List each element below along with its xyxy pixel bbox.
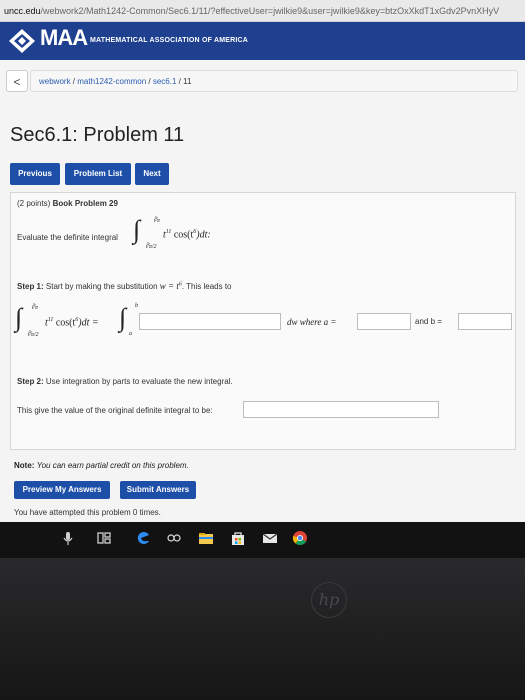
new-upper-limit: b xyxy=(135,303,138,309)
back-button[interactable]: < xyxy=(6,70,28,92)
upper-limit: ∛π xyxy=(153,218,160,224)
address-bar[interactable]: uncc.edu/webwork2/Math1242-Common/Sec6.1… xyxy=(0,0,525,22)
breadcrumb-bar: < webwork / math1242-common / sec6.1 / 1… xyxy=(0,66,525,96)
hp-logo: hp xyxy=(311,582,347,618)
file-explorer-icon[interactable] xyxy=(198,530,214,546)
final-answer-label: This give the value of the original defi… xyxy=(17,406,213,415)
problem-points: (2 points) xyxy=(17,199,51,208)
lower-limit: ∛π/2 xyxy=(145,244,157,250)
edge-browser-icon[interactable] xyxy=(136,530,152,546)
url-host: uncc.edu xyxy=(4,6,41,16)
url-path: /webwork2/Math1242-Common/Sec6.1/11/?eff… xyxy=(40,6,500,16)
problem-box: (2 points) Book Problem 29 Evaluate the … xyxy=(10,192,516,450)
problem-list-button[interactable]: Problem List xyxy=(65,163,131,185)
integrand: t11 cos(t6)dt: xyxy=(163,229,211,241)
integral-sign: ∫ xyxy=(133,215,141,244)
a-answer-input[interactable] xyxy=(357,313,411,330)
maa-org-name: MATHEMATICAL ASSOCIATION OF AMERICA xyxy=(90,37,249,44)
step2-text: Step 2: Use integration by parts to eval… xyxy=(17,377,233,386)
store-icon[interactable] xyxy=(230,530,246,546)
people-icon[interactable] xyxy=(166,530,182,546)
problem-prompt: Evaluate the definite integral xyxy=(17,233,118,242)
attempts-text: You have attempted this problem 0 times. xyxy=(14,508,161,517)
breadcrumb-separator: / xyxy=(146,77,153,86)
laptop-bezel xyxy=(0,558,525,700)
page-title: Sec6.1: Problem 11 xyxy=(10,124,185,146)
maa-logo-icon xyxy=(9,29,35,53)
mail-icon[interactable] xyxy=(262,530,278,546)
new-lower-limit: a xyxy=(129,331,132,337)
screen: uncc.edu/webwork2/Math1242-Common/Sec6.1… xyxy=(0,0,525,558)
step1-text: Step 1: Start by making the substitution… xyxy=(17,281,232,291)
sub-upper-limit: ∛π xyxy=(31,305,38,311)
task-view-icon[interactable] xyxy=(96,530,112,546)
taskbar xyxy=(0,522,525,558)
chrome-icon[interactable] xyxy=(292,530,308,546)
breadcrumb-item-course[interactable]: math1242-common xyxy=(77,77,146,86)
breadcrumb-item-webwork[interactable]: webwork xyxy=(39,77,71,86)
sub-integrand: t11 cos(t6)dt = xyxy=(45,317,99,329)
partial-credit-note: Note: You can earn partial credit on thi… xyxy=(14,461,189,470)
preview-answers-button[interactable]: Preview My Answers xyxy=(14,481,110,499)
breadcrumb: webwork / math1242-common / sec6.1 / 11 xyxy=(30,70,518,92)
dw-where-label: dw where a = xyxy=(287,317,337,327)
submit-answers-button[interactable]: Submit Answers xyxy=(120,481,196,499)
breadcrumb-item-set[interactable]: sec6.1 xyxy=(153,77,177,86)
sub-integral-sign-right: ∫ xyxy=(119,303,127,332)
sub-integral-sign-left: ∫ xyxy=(15,303,23,332)
problem-header: (2 points) Book Problem 29 xyxy=(17,199,118,208)
sub-lower-limit: ∛π/2 xyxy=(27,332,39,338)
problem-book-ref: Book Problem 29 xyxy=(52,199,118,208)
maa-header: MAA MATHEMATICAL ASSOCIATION OF AMERICA xyxy=(0,22,525,60)
breadcrumb-item-problem: 11 xyxy=(183,77,192,86)
integrand-answer-input[interactable] xyxy=(139,313,281,330)
and-b-label: and b = xyxy=(415,317,442,326)
previous-button[interactable]: Previous xyxy=(10,163,60,185)
next-button[interactable]: Next xyxy=(135,163,169,185)
integral-expression: ∫ xyxy=(133,215,140,245)
final-answer-input[interactable] xyxy=(243,401,439,418)
b-answer-input[interactable] xyxy=(458,313,512,330)
maa-logo-text: MAA xyxy=(40,25,88,50)
microphone-icon[interactable] xyxy=(60,530,76,546)
